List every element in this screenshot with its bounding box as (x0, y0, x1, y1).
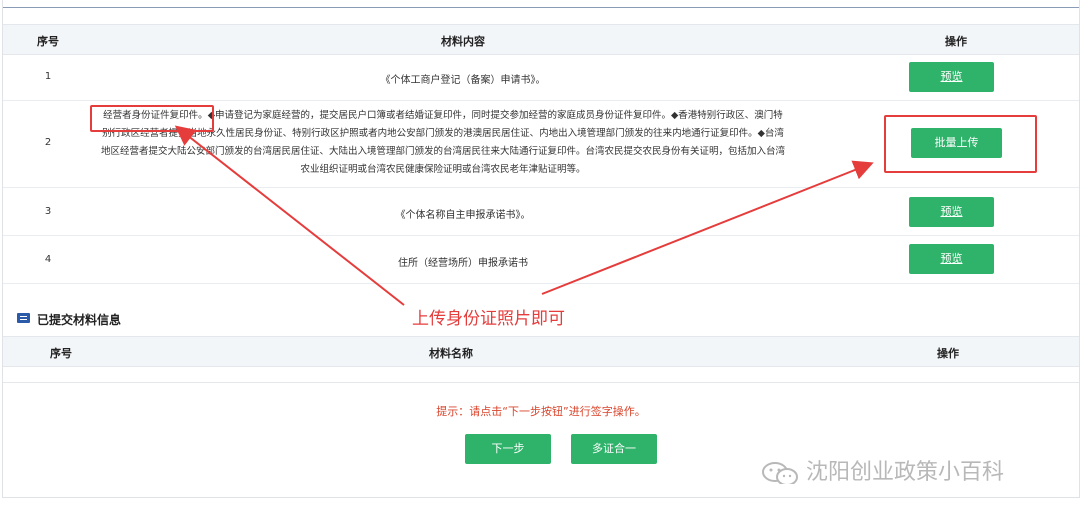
watermark-text: 沈阳创业政策小百科 (806, 460, 1005, 485)
wechat-icon (762, 462, 798, 484)
arrow-to-id-copy (174, 125, 405, 306)
annotation-text: 上传身份证照片即可 (412, 309, 565, 329)
arrow-to-upload (541, 160, 874, 295)
annotation-arrows (174, 125, 874, 306)
